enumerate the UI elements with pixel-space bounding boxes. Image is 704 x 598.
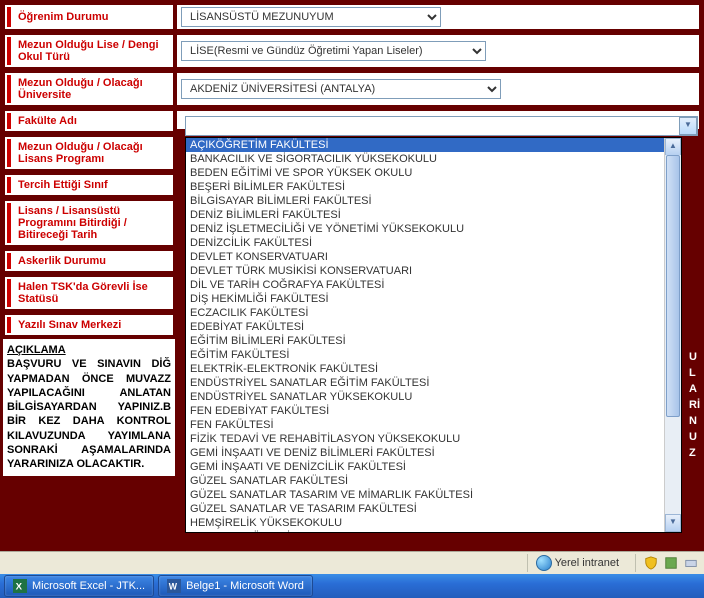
dropdown-option[interactable]: ENDÜSTRİYEL SANATLAR YÜKSEKOKULU bbox=[186, 390, 665, 404]
label-universite: Mezun Olduğu / Olacağı Üniversite bbox=[3, 71, 175, 107]
fakulte-dropdown-list[interactable]: AÇIKÖĞRETİM FAKÜLTESİBANKACILIK VE SİGOR… bbox=[185, 137, 682, 533]
dropdown-option[interactable]: DİL VE TARİH COĞRAFYA FAKÜLTESİ bbox=[186, 278, 665, 292]
dropdown-option[interactable]: FİZİK TEDAVİ VE REHABİTİLASYON YÜKSEKOKU… bbox=[186, 432, 665, 446]
ie-status-bar: Yerel intranet bbox=[0, 551, 704, 574]
label-fakulte-adi: Fakülte Adı bbox=[3, 109, 175, 133]
dropdown-option[interactable]: DEVLET KONSERVATUARI bbox=[186, 250, 665, 264]
dropdown-option[interactable]: GÜZEL SANATLAR FAKÜLTESİ bbox=[186, 474, 665, 488]
dropdown-option[interactable]: EĞİTİM BİLİMLERİ FAKÜLTESİ bbox=[186, 334, 665, 348]
label-askerlik: Askerlik Durumu bbox=[3, 249, 175, 273]
dropdown-option[interactable]: DENİZ BİLİMLERİ FAKÜLTESİ bbox=[186, 208, 665, 222]
dropdown-option[interactable]: FEN FAKÜLTESİ bbox=[186, 418, 665, 432]
dropdown-option[interactable]: HUKUK FAKÜLTESİ bbox=[186, 530, 665, 532]
dropdown-option[interactable]: GÜZEL SANATLAR VE TASARIM FAKÜLTESİ bbox=[186, 502, 665, 516]
dropdown-option[interactable]: EĞİTİM FAKÜLTESİ bbox=[186, 348, 665, 362]
label-ogrenim-durumu: Öğrenim Durumu bbox=[3, 3, 175, 31]
select-lise-turu[interactable]: LİSE(Resmi ve Gündüz Öğretimi Yapan Lise… bbox=[181, 41, 486, 61]
label-tsk-statu: Halen TSK'da Görevli İse Statüsü bbox=[3, 275, 175, 311]
taskbar-word[interactable]: W Belge1 - Microsoft Word bbox=[158, 575, 313, 597]
dropdown-option[interactable]: BEDEN EĞİTİMİ VE SPOR YÜKSEK OKULU bbox=[186, 166, 665, 180]
dropdown-option[interactable]: EDEBİYAT FAKÜLTESİ bbox=[186, 320, 665, 334]
scroll-up-icon[interactable]: ▲ bbox=[665, 138, 681, 156]
excel-icon: X bbox=[13, 579, 27, 593]
explanation-box: AÇIKLAMA BAŞVURU VE SINAVIN DİĞ YAPMADAN… bbox=[3, 339, 175, 476]
select-fakulte-open[interactable]: ▼ bbox=[185, 116, 698, 136]
dropdown-option[interactable]: DENİZCİLİK FAKÜLTESİ bbox=[186, 236, 665, 250]
dropdown-option[interactable]: GEMİ İNŞAATI VE DENİZ BİLİMLERİ FAKÜLTES… bbox=[186, 446, 665, 460]
scroll-down-icon[interactable]: ▼ bbox=[665, 514, 681, 532]
zone-label: Yerel intranet bbox=[555, 557, 619, 569]
label-tercih-sinif: Tercih Ettiği Sınıf bbox=[3, 173, 175, 197]
tool-icon bbox=[664, 556, 678, 570]
dropdown-scrollbar[interactable]: ▲ ▼ bbox=[664, 138, 681, 532]
scroll-thumb[interactable] bbox=[666, 155, 680, 417]
select-ogrenim-durumu[interactable]: LİSANSÜSTÜ MEZUNUYUM bbox=[181, 7, 441, 27]
dropdown-option[interactable]: BANKACILIK VE SİGORTACILIK YÜKSEKOKULU bbox=[186, 152, 665, 166]
dropdown-option[interactable]: ECZACILIK FAKÜLTESİ bbox=[186, 306, 665, 320]
dropdown-option[interactable]: BİLGİSAYAR BİLİMLERİ FAKÜLTESİ bbox=[186, 194, 665, 208]
taskbar-excel[interactable]: X Microsoft Excel - JTK... bbox=[4, 575, 154, 597]
dropdown-option[interactable]: BEŞERİ BİLİMLER FAKÜLTESİ bbox=[186, 180, 665, 194]
clipped-text-right: ULARİNUZ bbox=[689, 350, 701, 462]
dropdown-option[interactable]: GÜZEL SANATLAR TASARIM VE MİMARLIK FAKÜL… bbox=[186, 488, 665, 502]
label-lise-turu: Mezun Olduğu Lise / Dengi Okul Türü bbox=[3, 33, 175, 69]
svg-text:X: X bbox=[16, 582, 23, 593]
dropdown-option[interactable]: AÇIKÖĞRETİM FAKÜLTESİ bbox=[186, 138, 665, 152]
label-lisans-programi: Mezun Olduğu / Olacağı Lisans Programı bbox=[3, 135, 175, 171]
dropdown-option[interactable]: FEN EDEBİYAT FAKÜLTESİ bbox=[186, 404, 665, 418]
dropdown-option[interactable]: GEMİ İNŞAATI VE DENİZCİLİK FAKÜLTESİ bbox=[186, 460, 665, 474]
svg-text:W: W bbox=[169, 582, 178, 592]
dropdown-option[interactable]: HEMŞİRELİK YÜKSEKOKULU bbox=[186, 516, 665, 530]
dropdown-option[interactable]: ELEKTRİK-ELEKTRONİK FAKÜLTESİ bbox=[186, 362, 665, 376]
globe-icon bbox=[536, 555, 552, 571]
dropdown-option[interactable]: DİŞ HEKİMLİĞİ FAKÜLTESİ bbox=[186, 292, 665, 306]
select-universite[interactable]: AKDENİZ ÜNİVERSİTESİ (ANTALYA) bbox=[181, 79, 501, 99]
shield-icon bbox=[644, 556, 658, 570]
settings-icon bbox=[684, 556, 698, 570]
chevron-down-icon: ▼ bbox=[679, 117, 697, 135]
word-icon: W bbox=[167, 579, 181, 593]
windows-taskbar: X Microsoft Excel - JTK... W Belge1 - Mi… bbox=[0, 574, 704, 598]
dropdown-option[interactable]: DEVLET TÜRK MUSİKİSİ KONSERVATUARI bbox=[186, 264, 665, 278]
dropdown-option[interactable]: DENİZ İŞLETMECİLİĞİ VE YÖNETİMİ YÜKSEKOK… bbox=[186, 222, 665, 236]
label-sinav-merkezi: Yazılı Sınav Merkezi bbox=[3, 313, 175, 337]
label-bitirecegi-tarih: Lisans / Lisansüstü Programını Bitirdiği… bbox=[3, 199, 175, 247]
dropdown-option[interactable]: ENDÜSTRİYEL SANATLAR EĞİTİM FAKÜLTESİ bbox=[186, 376, 665, 390]
